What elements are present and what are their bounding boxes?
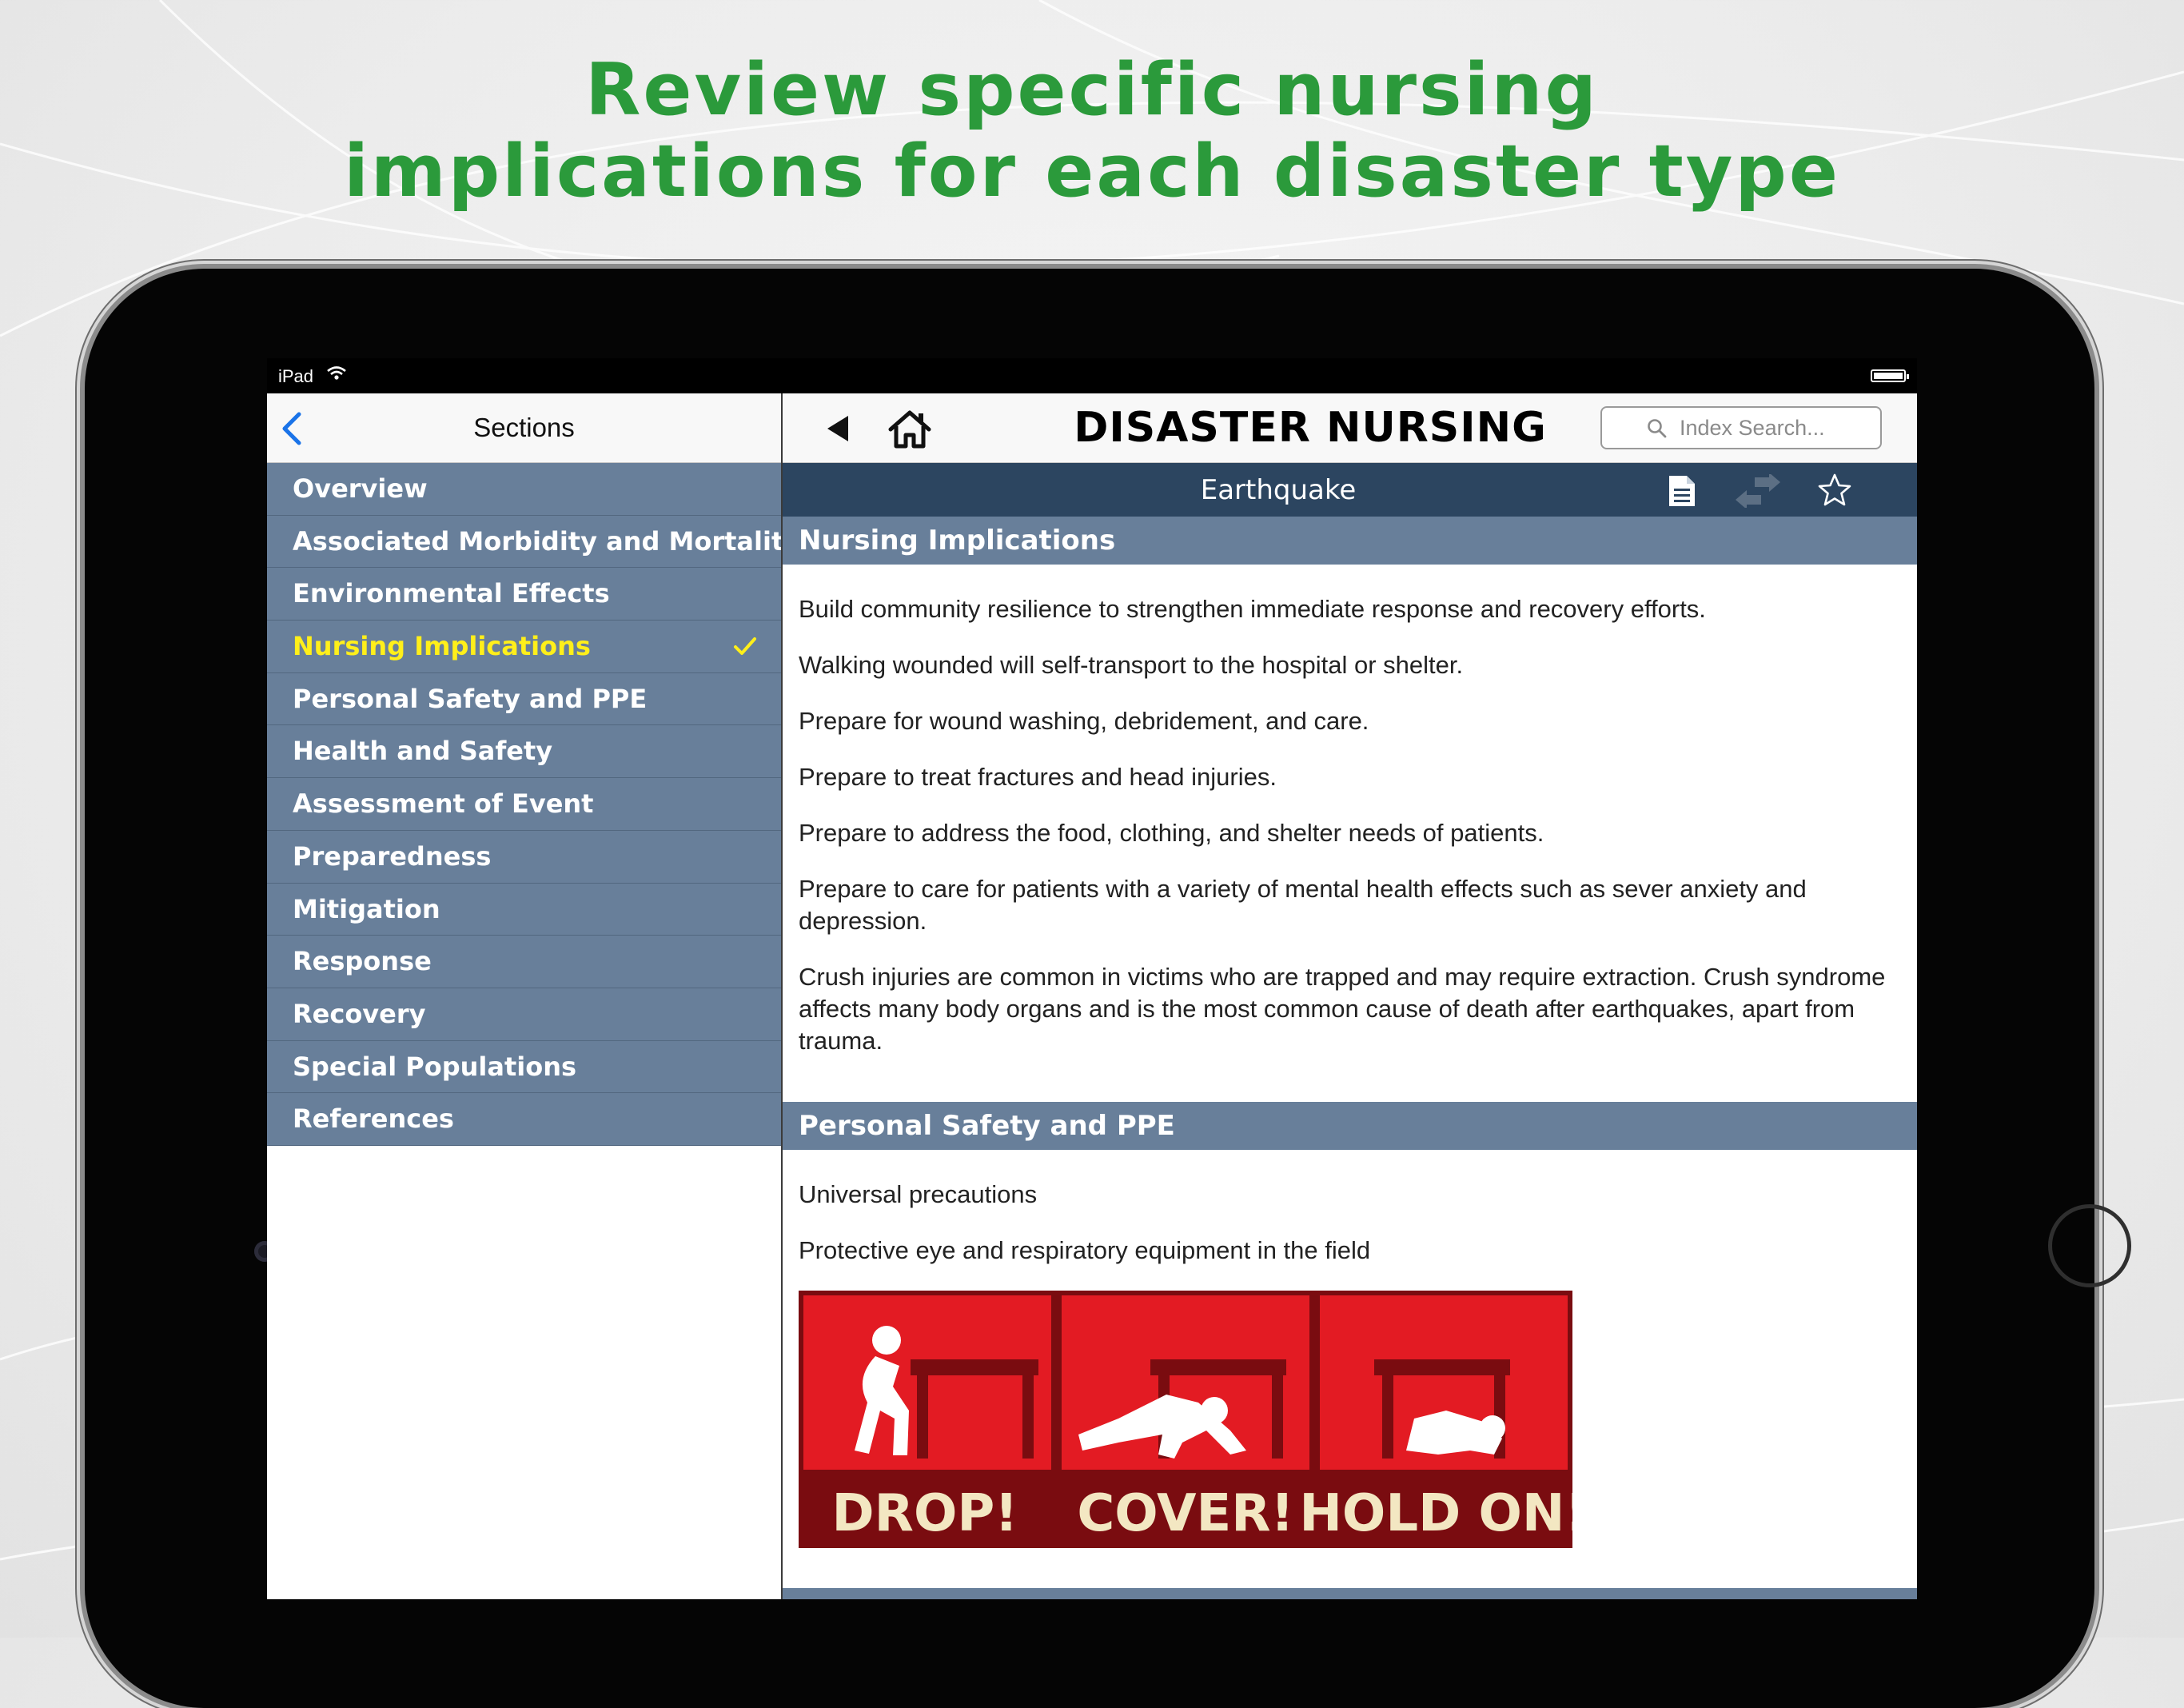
paragraph: Walking wounded will self-transport to t… bbox=[799, 651, 1464, 679]
article-content[interactable]: Nursing Implications Build community res… bbox=[783, 517, 1917, 1599]
section-item-label: Health and Safety bbox=[293, 736, 553, 767]
poster-panel-hold-on: HOLD ON! bbox=[1299, 1295, 1572, 1543]
search-placeholder: Index Search... bbox=[1680, 416, 1825, 440]
section-heading: Health and Safety bbox=[783, 1588, 1917, 1599]
paragraph: Universal precautions bbox=[799, 1180, 1038, 1208]
battery-icon bbox=[1871, 369, 1909, 382]
section-list: Overview Associated Morbidity and Mortal… bbox=[267, 463, 781, 1146]
section-item-recovery[interactable]: Recovery bbox=[267, 988, 781, 1041]
main-toolbar: DISASTER NURSING Index Search... bbox=[783, 393, 1917, 463]
section-item-label: Associated Morbidity and Mortality bbox=[293, 525, 781, 557]
paragraph: Prepare to care for patients with a vari… bbox=[799, 875, 1807, 935]
ipad-screen: iPad Sections Overview Associated Morbid… bbox=[267, 358, 1917, 1599]
section-heading: Nursing Implications bbox=[783, 517, 1917, 565]
section-item-preparedness[interactable]: Preparedness bbox=[267, 830, 781, 884]
poster-drop-label: DROP! bbox=[832, 1484, 1018, 1543]
sections-header: Sections bbox=[267, 393, 781, 463]
section-item-label: Special Populations bbox=[293, 1051, 577, 1082]
section-item-environmental-effects[interactable]: Environmental Effects bbox=[267, 568, 781, 621]
paragraph: Crush injuries are common in victims who… bbox=[799, 963, 1886, 1055]
status-bar: iPad bbox=[267, 358, 1917, 393]
drop-cover-hold-on-poster: DROP! COVER! HOLD ON! bbox=[799, 1291, 1572, 1548]
paragraph: Prepare for wound washing, debridement, … bbox=[799, 707, 1369, 735]
paragraph: Protective eye and respiratory equipment… bbox=[799, 1236, 1371, 1264]
headline-line-1: Review specific nursing bbox=[585, 48, 1599, 132]
carrier-label: iPad bbox=[278, 366, 314, 386]
app-title: DISASTER NURSING bbox=[1074, 404, 1547, 452]
promo-headline: Review specific nursing implications for… bbox=[0, 50, 2184, 213]
poster-panel-cover: COVER! bbox=[1062, 1295, 1309, 1543]
section-item-label: Recovery bbox=[293, 998, 426, 1029]
checkmark-icon bbox=[734, 637, 756, 656]
section-item-mitigation[interactable]: Mitigation bbox=[267, 883, 781, 936]
section-item-health-safety[interactable]: Health and Safety bbox=[267, 725, 781, 779]
section-item-label: Mitigation bbox=[293, 893, 440, 924]
wifi-icon bbox=[327, 366, 346, 380]
home-button[interactable] bbox=[2048, 1204, 2131, 1287]
section-item-special-populations[interactable]: Special Populations bbox=[267, 1040, 781, 1094]
headline-line-2: implications for each disaster type bbox=[344, 130, 1840, 214]
section-item-personal-safety-ppe[interactable]: Personal Safety and PPE bbox=[267, 672, 781, 726]
section-item-label: Assessment of Event bbox=[293, 788, 594, 820]
paragraph: Prepare to address the food, clothing, a… bbox=[799, 819, 1544, 847]
section-item-overview[interactable]: Overview bbox=[267, 463, 781, 516]
paragraph: Build community resilience to strengthen… bbox=[799, 595, 1706, 623]
content-panel: DISASTER NURSING Index Search... Earthqu… bbox=[783, 393, 1917, 1599]
swap-arrows-icon[interactable] bbox=[1734, 474, 1782, 508]
section-item-references[interactable]: References bbox=[267, 1093, 781, 1146]
back-arrow-icon[interactable] bbox=[824, 414, 853, 443]
topic-title: Earthquake bbox=[1200, 474, 1357, 506]
sections-panel: Sections Overview Associated Morbidity a… bbox=[267, 393, 783, 1599]
section-item-label: Nursing Implications bbox=[293, 631, 591, 662]
search-icon bbox=[1648, 419, 1667, 438]
section-heading: Personal Safety and PPE bbox=[783, 1102, 1917, 1150]
section-item-label: Personal Safety and PPE bbox=[293, 683, 648, 714]
section-item-morbidity-mortality[interactable]: Associated Morbidity and Mortality bbox=[267, 515, 781, 569]
poster-cover-label: COVER! bbox=[1077, 1484, 1293, 1543]
section-item-label: Environmental Effects bbox=[293, 578, 610, 609]
index-search-input[interactable]: Index Search... bbox=[1600, 406, 1882, 449]
section-body-nursing-implications: Build community resilience to strengthen… bbox=[783, 565, 1917, 1102]
section-body-personal-safety: Universal precautions Protective eye and… bbox=[783, 1150, 1917, 1588]
poster-hold-on-label: HOLD ON! bbox=[1299, 1484, 1572, 1543]
section-item-nursing-implications[interactable]: Nursing Implications bbox=[267, 621, 781, 673]
section-item-assessment-of-event[interactable]: Assessment of Event bbox=[267, 778, 781, 831]
home-icon[interactable] bbox=[887, 409, 933, 449]
paragraph: Prepare to treat fractures and head inju… bbox=[799, 763, 1277, 791]
section-item-label: Overview bbox=[293, 473, 428, 504]
section-item-label: References bbox=[293, 1103, 454, 1135]
notes-document-icon[interactable] bbox=[1666, 474, 1698, 508]
sections-title: Sections bbox=[473, 413, 575, 442]
section-item-label: Response bbox=[293, 946, 432, 977]
poster-panel-drop: DROP! bbox=[803, 1295, 1051, 1543]
topic-bar: Earthquake bbox=[783, 463, 1917, 517]
favorite-star-icon[interactable] bbox=[1817, 473, 1852, 508]
section-item-label: Preparedness bbox=[293, 840, 492, 872]
section-item-response[interactable]: Response bbox=[267, 936, 781, 988]
